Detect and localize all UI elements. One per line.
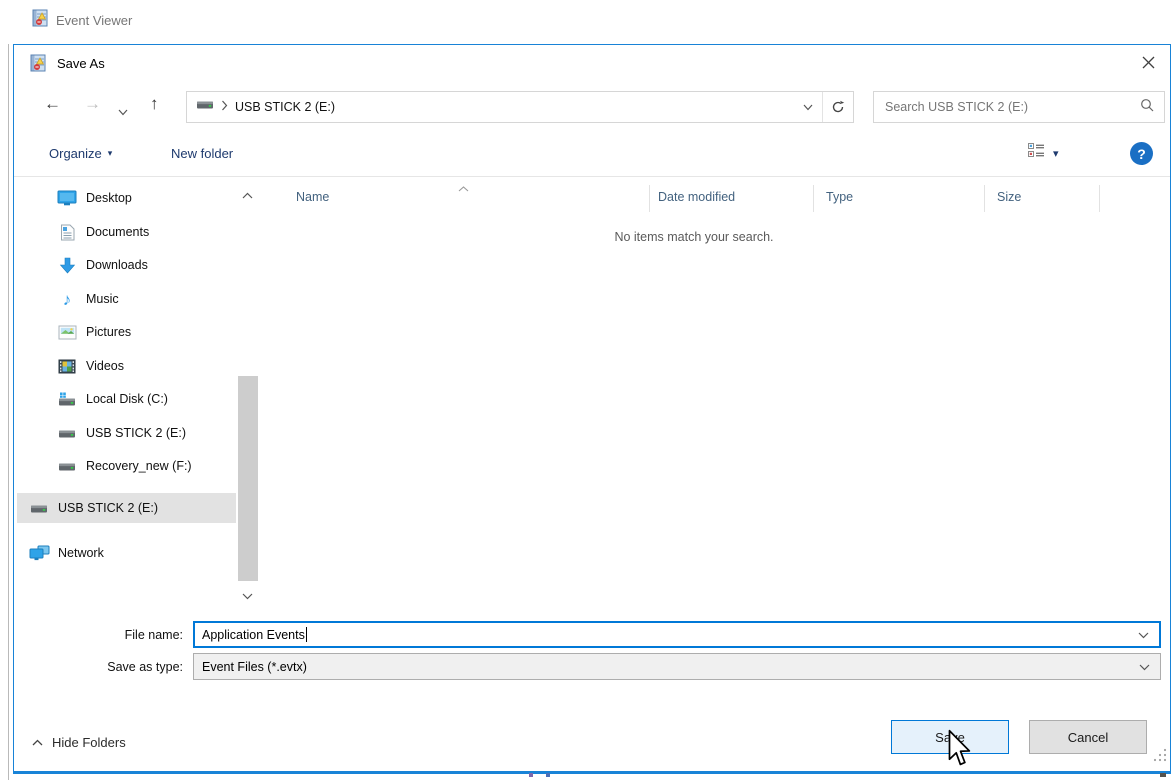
videos-icon bbox=[56, 359, 78, 374]
breadcrumb[interactable]: USB STICK 2 (E:) bbox=[235, 100, 793, 114]
column-header-date-modified[interactable]: Date modified bbox=[658, 190, 735, 204]
column-separator[interactable] bbox=[1099, 185, 1100, 212]
new-folder-label: New folder bbox=[171, 146, 233, 161]
hide-folders-button[interactable]: Hide Folders bbox=[32, 733, 126, 751]
sidebar-item-label: Local Disk (C:) bbox=[86, 392, 168, 406]
column-separator[interactable] bbox=[649, 185, 650, 212]
sidebar-item-label: Network bbox=[58, 546, 104, 560]
address-bar[interactable]: USB STICK 2 (E:) bbox=[186, 91, 854, 123]
resize-grip-icon[interactable] bbox=[1152, 747, 1168, 768]
network-icon bbox=[28, 545, 50, 561]
sidebar-item-pictures[interactable]: Pictures bbox=[14, 320, 236, 344]
hide-folders-label: Hide Folders bbox=[52, 735, 126, 750]
cancel-button-label: Cancel bbox=[1068, 730, 1108, 745]
recent-locations-chevron-icon[interactable] bbox=[118, 103, 128, 121]
sidebar-item-downloads[interactable]: Downloads bbox=[14, 253, 236, 277]
mouse-cursor-icon bbox=[946, 729, 972, 772]
window-title: Event Viewer bbox=[56, 13, 132, 28]
search-placeholder: Search USB STICK 2 (E:) bbox=[885, 100, 1140, 114]
change-view-button[interactable]: ▾ bbox=[1028, 143, 1059, 163]
sidebar-item-label: Downloads bbox=[86, 258, 148, 272]
breadcrumb-chevron-icon bbox=[221, 98, 228, 116]
column-header-type[interactable]: Type bbox=[826, 190, 853, 204]
address-dropdown-chevron-icon[interactable] bbox=[793, 92, 823, 122]
sort-ascending-icon bbox=[458, 179, 469, 197]
cancel-button[interactable]: Cancel bbox=[1029, 720, 1147, 754]
refresh-icon[interactable] bbox=[823, 92, 853, 122]
sidebar-item-label: USB STICK 2 (E:) bbox=[86, 426, 186, 440]
save-as-type-select[interactable]: Event Files (*.evtx) bbox=[193, 653, 1161, 680]
column-header-size[interactable]: Size bbox=[997, 190, 1021, 204]
dialog-title: Save As bbox=[57, 56, 105, 71]
sidebar-item-label: Desktop bbox=[86, 191, 132, 205]
sidebar-item-desktop[interactable]: Desktop bbox=[14, 186, 236, 210]
sidebar-item-local-disk-c[interactable]: Local Disk (C:) bbox=[14, 387, 236, 411]
background-window-fragment bbox=[546, 773, 550, 777]
background-window-fragment bbox=[529, 773, 533, 777]
column-separator[interactable] bbox=[813, 185, 814, 212]
sidebar-item-label: Documents bbox=[86, 225, 149, 239]
sidebar-item-label: Music bbox=[86, 292, 119, 306]
file-name-value: Application Events bbox=[202, 628, 305, 642]
column-separator[interactable] bbox=[984, 185, 985, 212]
documents-icon bbox=[56, 224, 78, 241]
back-icon[interactable]: ← bbox=[44, 95, 61, 112]
views-icon bbox=[1028, 143, 1045, 163]
sidebar-item-videos[interactable]: Videos bbox=[14, 354, 236, 378]
search-icon[interactable] bbox=[1140, 98, 1154, 117]
downloads-icon bbox=[56, 257, 78, 274]
close-icon[interactable] bbox=[1126, 45, 1170, 79]
sidebar-item-music[interactable]: ♪ Music bbox=[14, 287, 236, 311]
usb-drive-icon bbox=[56, 427, 78, 440]
usb-drive-icon bbox=[56, 460, 78, 473]
chevron-down-icon: ▾ bbox=[108, 148, 113, 159]
sidebar-scrollbar-thumb[interactable] bbox=[238, 376, 258, 581]
save-as-type-label: Save as type: bbox=[73, 660, 183, 674]
music-icon: ♪ bbox=[56, 291, 78, 308]
text-caret bbox=[306, 627, 307, 642]
file-name-input[interactable]: Application Events bbox=[193, 621, 1161, 648]
save-as-type-value: Event Files (*.evtx) bbox=[202, 660, 307, 674]
sidebar-item-usb-stick-2-e[interactable]: USB STICK 2 (E:) bbox=[14, 421, 236, 445]
column-header-name[interactable]: Name bbox=[296, 190, 329, 204]
chevron-down-icon[interactable] bbox=[1138, 626, 1149, 644]
chevron-up-icon bbox=[32, 733, 43, 751]
local-disk-icon bbox=[56, 392, 78, 407]
desktop-icon bbox=[56, 190, 78, 206]
sidebar-item-label: USB STICK 2 (E:) bbox=[58, 501, 158, 515]
usb-drive-icon bbox=[28, 502, 50, 515]
search-input[interactable]: Search USB STICK 2 (E:) bbox=[873, 91, 1165, 123]
sidebar-item-network[interactable]: Network bbox=[14, 541, 236, 565]
empty-folder-message: No items match your search. bbox=[274, 230, 1114, 244]
event-viewer-icon bbox=[31, 9, 50, 33]
screen: Event Viewer Save As ← → ↑ USB STICK 2 (… bbox=[0, 0, 1174, 780]
sidebar-item-documents[interactable]: Documents bbox=[14, 220, 236, 244]
chevron-down-icon[interactable] bbox=[1139, 658, 1150, 676]
save-as-dialog-icon bbox=[29, 54, 48, 78]
chevron-down-icon: ▾ bbox=[1053, 147, 1059, 160]
sidebar-item-usb-stick-2-e-selected[interactable]: USB STICK 2 (E:) bbox=[14, 496, 236, 520]
save-as-dialog: Save As ← → ↑ USB STICK 2 (E:) bbox=[13, 44, 1171, 774]
event-viewer-titlebar: Event Viewer bbox=[0, 0, 1174, 44]
sidebar-item-label: Videos bbox=[86, 359, 124, 373]
new-folder-button[interactable]: New folder bbox=[171, 146, 233, 161]
sidebar-item-label: Recovery_new (F:) bbox=[86, 459, 192, 473]
forward-icon: → bbox=[84, 95, 101, 112]
sidebar-scroll-up-icon[interactable] bbox=[242, 186, 253, 204]
organize-button[interactable]: Organize ▾ bbox=[49, 146, 112, 161]
sidebar-scroll-down-icon[interactable] bbox=[242, 587, 253, 605]
event-viewer-window-edge bbox=[8, 0, 9, 780]
pictures-icon bbox=[56, 325, 78, 340]
up-icon[interactable]: ↑ bbox=[150, 95, 159, 112]
sidebar-item-label: Pictures bbox=[86, 325, 131, 339]
help-icon[interactable]: ? bbox=[1130, 142, 1153, 165]
sidebar-item-recovery-new-f[interactable]: Recovery_new (F:) bbox=[14, 454, 236, 478]
background-window-fragment bbox=[1160, 773, 1166, 777]
organize-label: Organize bbox=[49, 146, 102, 161]
drive-icon bbox=[196, 98, 214, 116]
toolbar-separator bbox=[14, 176, 1170, 177]
file-name-label: File name: bbox=[73, 628, 183, 642]
